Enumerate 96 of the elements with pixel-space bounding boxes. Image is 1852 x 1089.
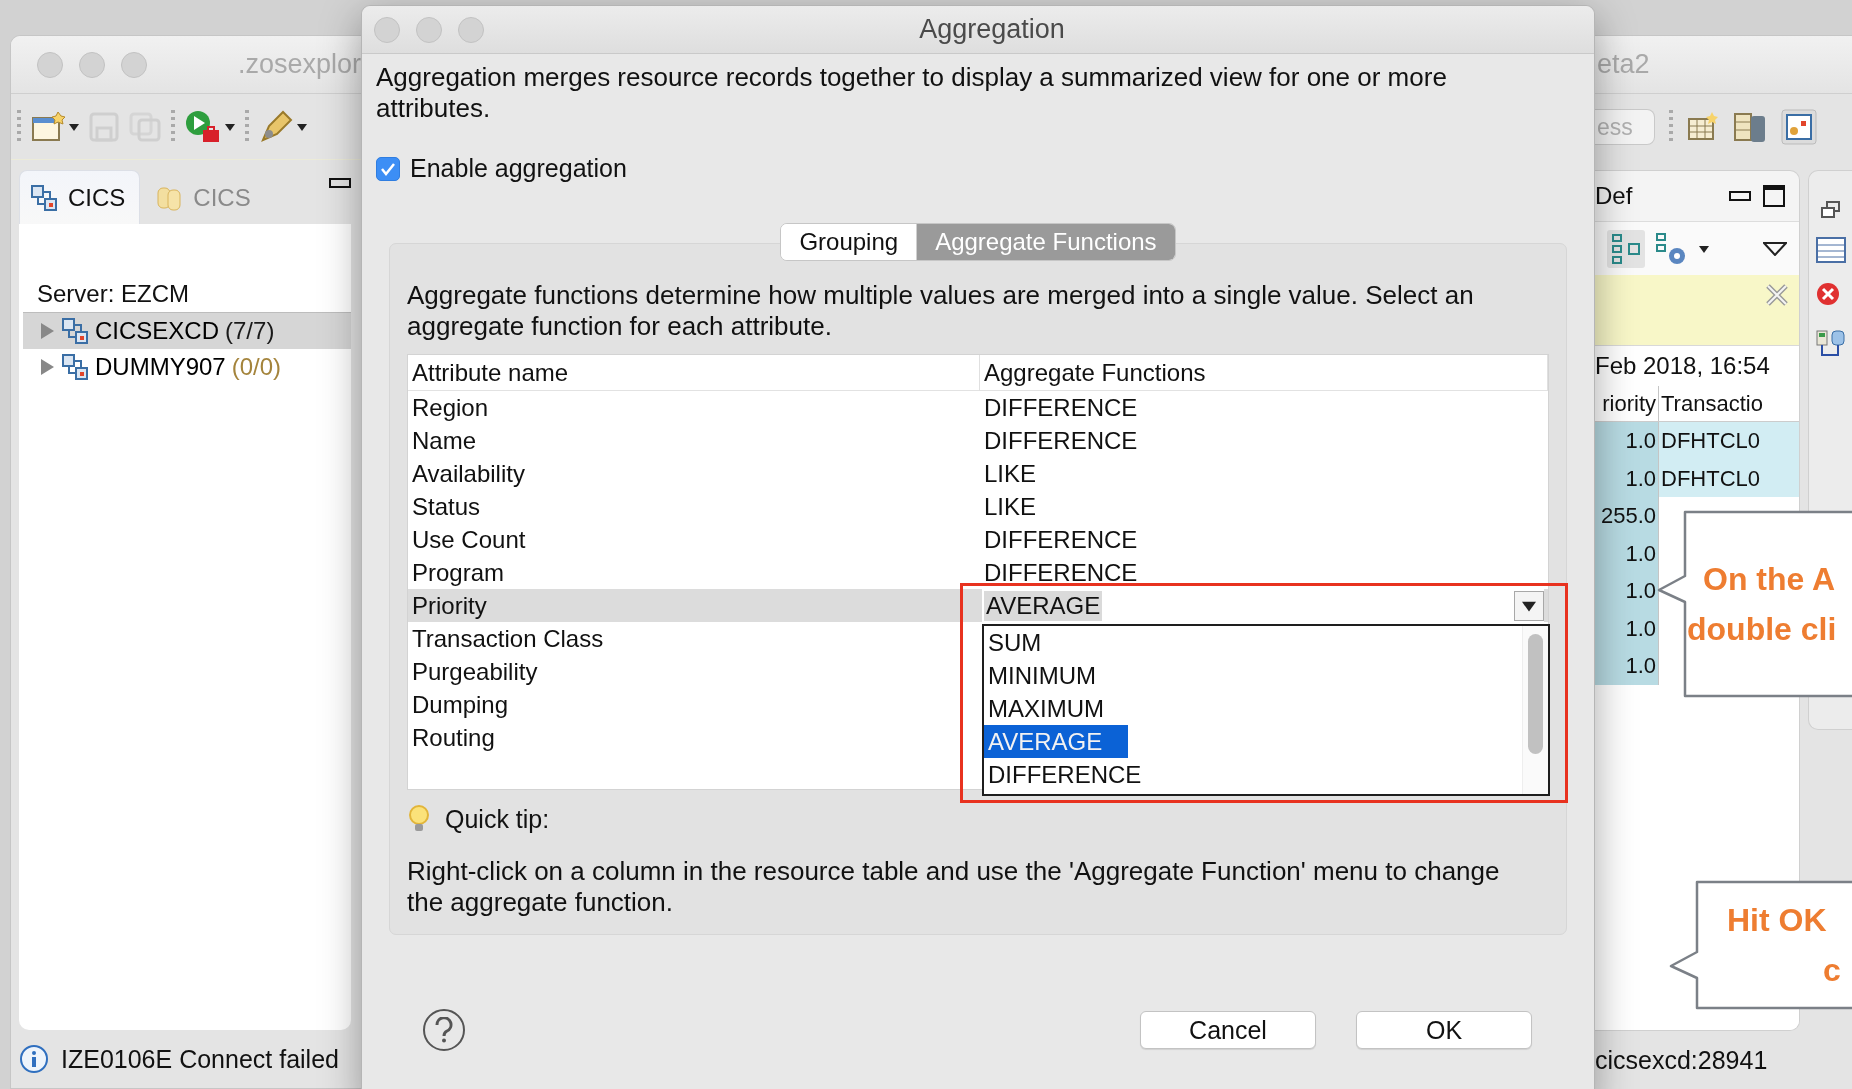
tool-button[interactable] bbox=[259, 109, 307, 144]
table-row[interactable]: Availability LIKE bbox=[408, 457, 1548, 490]
function-cell-text: LIKE bbox=[983, 459, 1038, 489]
pen-icon bbox=[259, 109, 293, 144]
table-row[interactable]: Status LIKE bbox=[408, 490, 1548, 523]
maximize-view-icon[interactable] bbox=[1763, 185, 1785, 207]
minimize-view-icon[interactable] bbox=[1729, 191, 1751, 201]
restore-icon[interactable] bbox=[1820, 201, 1841, 219]
region-count: (7/7) bbox=[225, 317, 275, 345]
table-cell: DFHTCL0 bbox=[1659, 422, 1799, 460]
caret-icon bbox=[297, 121, 307, 132]
checkbox-box[interactable] bbox=[376, 156, 400, 181]
table-row[interactable]: Priority AVERAGE bbox=[408, 589, 1548, 622]
run-button[interactable] bbox=[185, 109, 235, 144]
close-icon[interactable] bbox=[1765, 283, 1789, 307]
table-row[interactable]: Use Count DIFFERENCE bbox=[408, 523, 1548, 556]
status-message: IZE0106E Connect failed bbox=[61, 1044, 339, 1074]
table-row[interactable]: Name DIFFERENCE bbox=[408, 424, 1548, 457]
tree-item[interactable]: DUMMY907 (0/0) bbox=[23, 349, 351, 385]
dropdown-option[interactable]: DIFFERENCE bbox=[984, 758, 1168, 791]
function-cell-text: LIKE bbox=[983, 492, 1038, 522]
dropdown-option[interactable]: MINIMUM bbox=[984, 659, 1122, 692]
callout-text: double cli bbox=[1687, 610, 1837, 649]
help-button[interactable] bbox=[423, 1009, 465, 1051]
attribute-cell-text: Status bbox=[411, 492, 482, 522]
table-cell: 1.0 bbox=[1595, 459, 1659, 497]
region-count: (0/0) bbox=[231, 353, 282, 381]
dialog-button[interactable]: OK bbox=[1356, 1011, 1532, 1049]
quick-tip-text: Right-click on a column in the resource table and use the 'Aggregate Function' menu to change the aggregate function. bbox=[407, 856, 1501, 918]
callout-text: c bbox=[1823, 951, 1841, 990]
status-message: cicsexcd:28941 bbox=[1595, 1045, 1768, 1075]
attribute-cell-text: Region bbox=[411, 393, 490, 423]
table-cell: DFHTCL0 bbox=[1659, 459, 1799, 497]
attribute-cell-text: Availability bbox=[411, 459, 526, 489]
cics-region-icon bbox=[30, 183, 58, 212]
perspective-icon[interactable] bbox=[1781, 109, 1817, 145]
dialog-description: Aggregation merges resource records together to display a summarized view for one or more attributes. bbox=[376, 62, 1448, 124]
window-title: .zosexplor bbox=[237, 49, 361, 80]
minimize-view-icon[interactable] bbox=[329, 178, 351, 188]
check-icon bbox=[380, 161, 396, 176]
function-cell-text: DIFFERENCE bbox=[983, 393, 1139, 423]
column-header[interactable]: Attribute name bbox=[408, 355, 980, 391]
attribute-cell-text: Program bbox=[411, 558, 506, 588]
table-cell: 1.0 bbox=[1595, 422, 1659, 460]
table-cell: 1.0 bbox=[1595, 572, 1659, 610]
tree-item[interactable]: CICSEXCD (7/7) bbox=[23, 313, 351, 349]
caret-icon bbox=[1699, 243, 1709, 254]
new-window-button[interactable] bbox=[31, 111, 79, 142]
caret-icon bbox=[69, 121, 79, 132]
attribute-cell-text: Name bbox=[411, 426, 478, 456]
dropdown-button[interactable] bbox=[1514, 590, 1544, 621]
lightbulb-icon bbox=[407, 804, 431, 834]
table-cell: 1.0 bbox=[1595, 534, 1659, 572]
hierarchy-icon[interactable] bbox=[1607, 229, 1645, 268]
view-tab[interactable]: Def bbox=[1595, 182, 1633, 210]
callout-text: On the A bbox=[1703, 560, 1836, 599]
column-header[interactable]: Aggregate Functions bbox=[980, 355, 1548, 391]
functions-description: Aggregate functions determine how multiple values are merged into a single value. Select an aggregate function for each attribute. bbox=[407, 280, 1475, 342]
cics-region-icon bbox=[61, 317, 89, 345]
dropdown-option[interactable]: SUM bbox=[984, 626, 1068, 659]
function-combo[interactable]: AVERAGE bbox=[982, 589, 1544, 622]
new-window-icon bbox=[31, 111, 65, 142]
function-cell-text: DIFFERENCE bbox=[983, 426, 1139, 456]
new-table-icon[interactable] bbox=[1687, 111, 1719, 143]
table-row[interactable]: Program DIFFERENCE bbox=[408, 556, 1548, 589]
scrollbar-thumb[interactable] bbox=[1528, 634, 1543, 754]
enable-aggregation-checkbox[interactable]: Enable aggregation bbox=[376, 154, 627, 183]
attribute-cell-text: Priority bbox=[411, 591, 488, 621]
table-icon[interactable] bbox=[1815, 237, 1846, 263]
table-cell: 1.0 bbox=[1595, 647, 1659, 685]
help-icon bbox=[434, 1017, 454, 1043]
quick-tip-title: Quick tip: bbox=[445, 804, 550, 834]
server-table-icon[interactable] bbox=[1733, 110, 1767, 144]
caret-icon bbox=[225, 121, 235, 132]
table-cell: 1.0 bbox=[1595, 609, 1659, 647]
dialog-title: Aggregation bbox=[918, 14, 1066, 45]
window-title: eta2 bbox=[1597, 49, 1650, 80]
connection-icon[interactable] bbox=[1815, 329, 1846, 359]
attribute-cell-text: Use Count bbox=[411, 525, 527, 555]
function-cell-text: DIFFERENCE bbox=[983, 525, 1139, 555]
function-cell-text: DIFFERENCE bbox=[983, 558, 1139, 588]
dropdown-option[interactable]: AVERAGE bbox=[984, 725, 1129, 758]
view-menu-icon[interactable] bbox=[1763, 241, 1787, 256]
expand-arrow-icon[interactable] bbox=[39, 358, 55, 376]
region-name: CICSEXCD bbox=[95, 317, 220, 345]
info-icon bbox=[19, 1044, 49, 1074]
expand-arrow-icon[interactable] bbox=[39, 322, 55, 340]
region-name: DUMMY907 bbox=[95, 353, 226, 381]
run-toolbox-icon bbox=[185, 109, 221, 144]
table-row[interactable]: Region DIFFERENCE bbox=[408, 391, 1548, 424]
callout-text: Hit OK bbox=[1727, 901, 1827, 940]
dialog-button[interactable]: Cancel bbox=[1140, 1011, 1316, 1049]
dropdown-option[interactable]: MAXIMUM bbox=[984, 692, 1130, 725]
table-cell: 255.0 bbox=[1595, 497, 1659, 535]
cics-region-icon bbox=[61, 353, 89, 381]
view-tab[interactable]: CICS bbox=[19, 170, 141, 224]
